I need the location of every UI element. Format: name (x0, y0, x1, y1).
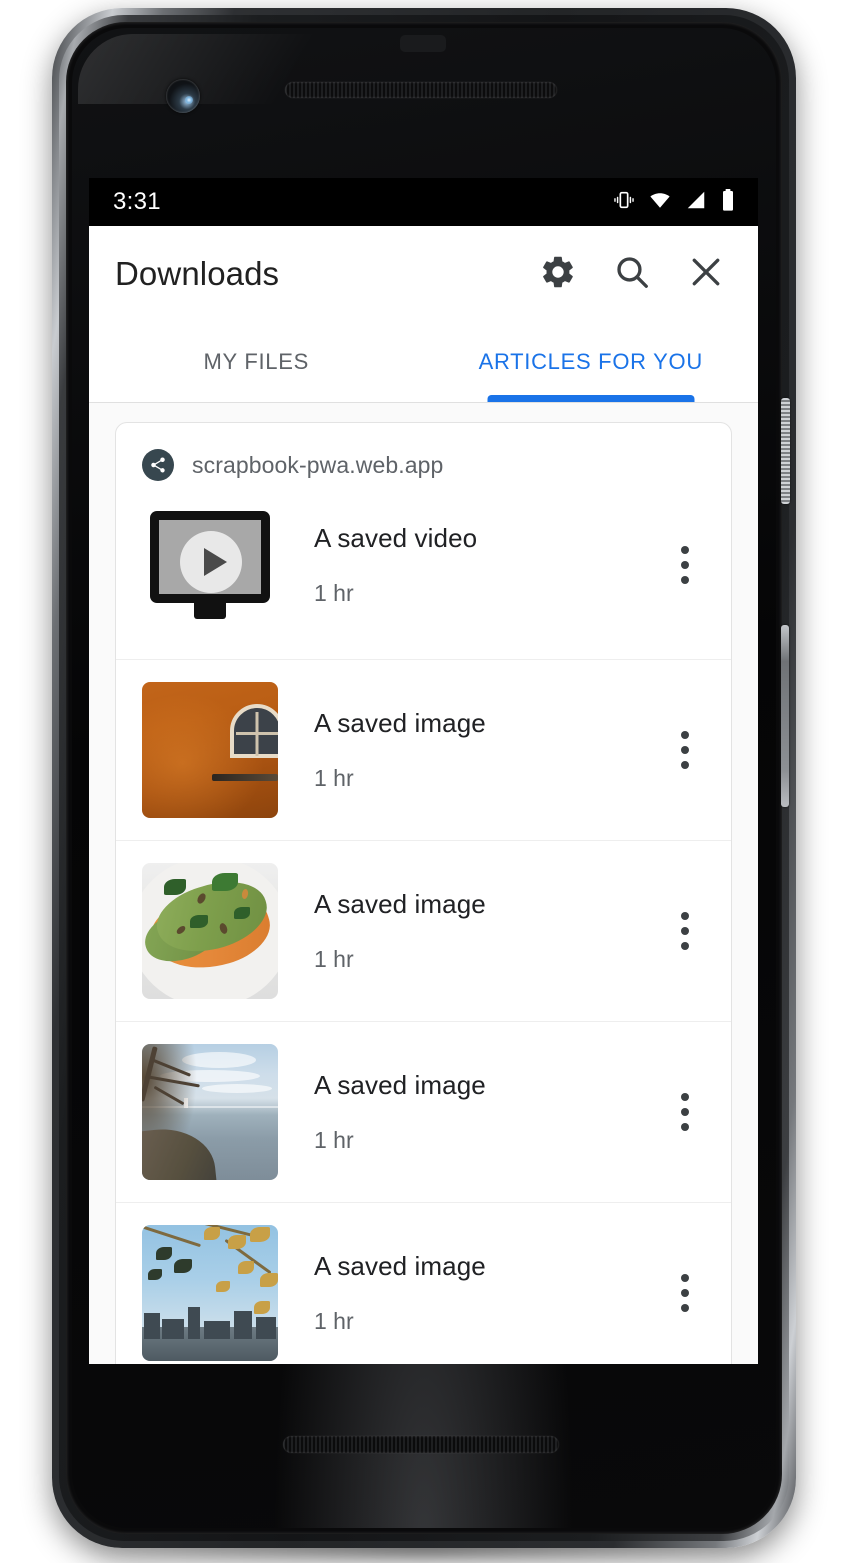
gear-icon (539, 253, 577, 296)
phone-screen: 3:31 Downloads MY FILES ARTICLES FOR YOU… (89, 178, 758, 1364)
list-item-subtitle: 1 hr (314, 580, 354, 606)
photo-avocado-toast (142, 863, 278, 999)
close-button[interactable] (684, 252, 728, 296)
overflow-menu-icon[interactable] (661, 907, 709, 955)
list-item-subtitle: 1 hr (314, 1308, 354, 1334)
list-item[interactable]: A saved image 1 hr (116, 840, 731, 1021)
status-bar-icons (613, 188, 736, 217)
list-item-title: A saved image (314, 889, 486, 919)
downloads-card: scrapbook-pwa.web.app A saved video 1 hr (115, 422, 732, 1364)
list-item-subtitle: 1 hr (314, 1127, 354, 1153)
overflow-menu-icon[interactable] (661, 541, 709, 589)
list-item[interactable]: A saved image 1 hr (116, 1202, 731, 1364)
app-bar: Downloads (89, 226, 758, 322)
list-item-title: A saved image (314, 708, 486, 738)
settings-button[interactable] (536, 252, 580, 296)
tab-articles-for-you-label: ARTICLES FOR YOU (478, 349, 703, 374)
overflow-menu-icon[interactable] (661, 726, 709, 774)
status-bar: 3:31 (89, 178, 758, 226)
tab-articles-for-you[interactable]: ARTICLES FOR YOU (424, 322, 759, 402)
card-header: scrapbook-pwa.web.app (116, 423, 731, 491)
bottom-speaker-grille (283, 1436, 559, 1453)
search-button[interactable] (610, 252, 654, 296)
list-item-subtitle: 1 hr (314, 946, 354, 972)
proximity-sensor (400, 35, 446, 52)
site-name: scrapbook-pwa.web.app (192, 451, 444, 478)
close-icon (687, 253, 725, 296)
screenshot-root: 3:31 Downloads MY FILES ARTICLES FOR YOU… (0, 0, 845, 1563)
list-item-text: A saved image 1 hr (278, 1251, 661, 1335)
overflow-menu-icon[interactable] (661, 1269, 709, 1317)
overflow-menu-icon[interactable] (661, 1088, 709, 1136)
front-camera-icon (166, 79, 200, 113)
tab-my-files[interactable]: MY FILES (89, 322, 424, 402)
share-icon (142, 449, 174, 481)
battery-icon (720, 188, 736, 217)
vibrate-icon (613, 189, 635, 216)
search-icon (613, 253, 651, 296)
video-placeholder-icon (142, 497, 278, 633)
tab-bar: MY FILES ARTICLES FOR YOU (89, 322, 758, 402)
earpiece-speaker-grille (285, 82, 557, 98)
power-button[interactable] (781, 398, 790, 504)
list-item[interactable]: A saved video 1 hr (116, 491, 731, 659)
list-item-text: A saved image 1 hr (278, 1070, 661, 1154)
page-title: Downloads (115, 255, 280, 292)
signal-icon (685, 189, 707, 216)
tab-my-files-label: MY FILES (203, 349, 309, 374)
photo-orange-wall (142, 682, 278, 818)
list-item-text: A saved image 1 hr (278, 708, 661, 792)
list-item[interactable]: A saved image 1 hr (116, 659, 731, 840)
list-item-text: A saved image 1 hr (278, 889, 661, 973)
status-bar-clock: 3:31 (113, 188, 161, 215)
list-item-text: A saved video 1 hr (278, 523, 661, 607)
content-area[interactable]: scrapbook-pwa.web.app A saved video 1 hr (89, 402, 758, 1364)
list-item[interactable]: A saved image 1 hr (116, 1021, 731, 1202)
list-item-subtitle: 1 hr (314, 765, 354, 791)
tab-active-indicator (487, 395, 695, 402)
list-item-title: A saved image (314, 1070, 486, 1100)
wifi-icon (648, 189, 672, 216)
app-bar-actions (536, 252, 734, 296)
list-item-title: A saved video (314, 523, 478, 553)
photo-autumn-city (142, 1225, 278, 1361)
list-item-title: A saved image (314, 1251, 486, 1281)
volume-rocker-button[interactable] (781, 625, 789, 807)
photo-lake-shore (142, 1044, 278, 1180)
